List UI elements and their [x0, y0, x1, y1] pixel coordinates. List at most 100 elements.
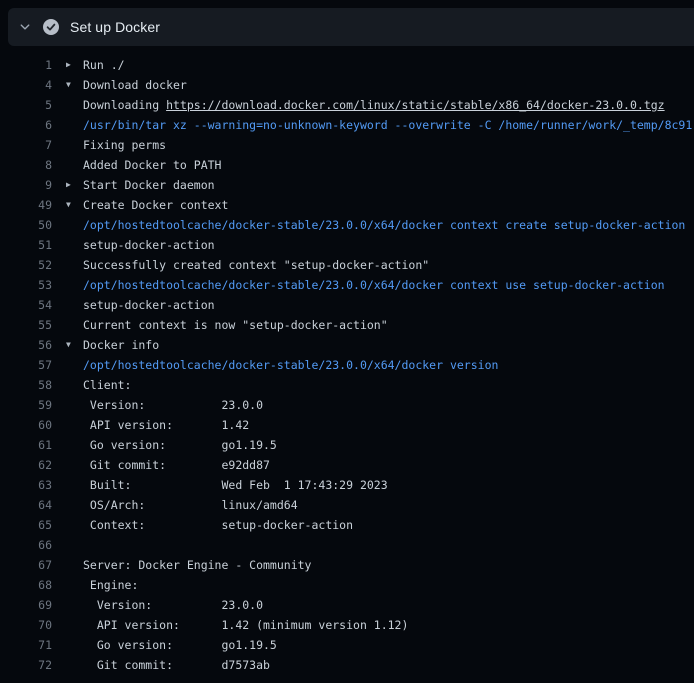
line-body: /usr/bin/tar xz --warning=no-unknown-key… [52, 115, 692, 135]
line-number[interactable]: 54 [0, 295, 52, 315]
line-number[interactable]: 68 [0, 575, 52, 595]
triangle-right-icon[interactable]: ▶ [66, 55, 83, 75]
line-number[interactable]: 4 [0, 75, 52, 95]
line-number[interactable]: 7 [0, 135, 52, 155]
log-line[interactable]: 49 ▼Create Docker context [0, 195, 694, 215]
line-number[interactable]: 70 [0, 615, 52, 635]
arrow-spacer [66, 355, 83, 375]
line-number[interactable]: 8 [0, 155, 52, 175]
line-number[interactable]: 59 [0, 395, 52, 415]
line-text: Docker info [83, 335, 159, 355]
log-line[interactable]: 56 ▼Docker info [0, 335, 694, 355]
log-line[interactable]: 4 ▼Download docker [0, 75, 694, 95]
line-number[interactable]: 69 [0, 595, 52, 615]
arrow-spacer [66, 375, 83, 395]
line-body: /opt/hostedtoolcache/docker-stable/23.0.… [52, 275, 665, 295]
line-text: Version: 23.0.0 [83, 395, 263, 415]
line-body: Go version: go1.19.5 [52, 635, 277, 655]
line-number[interactable]: 49 [0, 195, 52, 215]
log-link[interactable]: https://download.docker.com/linux/static… [166, 98, 665, 112]
check-circle-icon [43, 19, 59, 35]
line-body: API version: 1.42 (minimum version 1.12) [52, 615, 408, 635]
line-number[interactable]: 1 [0, 55, 52, 75]
line-text: /opt/hostedtoolcache/docker-stable/23.0.… [83, 215, 685, 235]
line-body: Version: 23.0.0 [52, 395, 263, 415]
log-line: 69 Version: 23.0.0 [0, 595, 694, 615]
line-text: /usr/bin/tar xz --warning=no-unknown-key… [83, 115, 692, 135]
log-line: 5Downloading https://download.docker.com… [0, 95, 694, 115]
log-line: 65 Context: setup-docker-action [0, 515, 694, 535]
line-number[interactable]: 65 [0, 515, 52, 535]
log-line[interactable]: 9 ▶Start Docker daemon [0, 175, 694, 195]
log-text: Start Docker daemon [83, 178, 215, 192]
line-number[interactable]: 60 [0, 415, 52, 435]
command-text: /usr/bin/tar xz --warning=no-unknown-key… [83, 118, 692, 132]
arrow-spacer [66, 115, 83, 135]
log-text: Docker info [83, 338, 159, 352]
arrow-spacer [66, 315, 83, 335]
arrow-spacer [66, 475, 83, 495]
arrow-spacer [66, 155, 83, 175]
chevron-down-icon[interactable] [18, 20, 32, 34]
triangle-right-icon[interactable]: ▶ [66, 175, 83, 195]
arrow-spacer [66, 535, 83, 555]
log-text: Added Docker to PATH [83, 158, 221, 172]
log-line: 57/opt/hostedtoolcache/docker-stable/23.… [0, 355, 694, 375]
log-text: Version: 23.0.0 [83, 598, 263, 612]
triangle-down-icon[interactable]: ▼ [66, 195, 83, 215]
log-line[interactable]: 1▶Run ./ [0, 55, 694, 75]
arrow-spacer [66, 495, 83, 515]
log-text: Create Docker context [83, 198, 228, 212]
triangle-down-icon[interactable]: ▼ [66, 335, 83, 355]
line-text: Download docker [83, 75, 187, 95]
line-text: setup-docker-action [83, 235, 215, 255]
line-text: Successfully created context "setup-dock… [83, 255, 429, 275]
log-line: 67Server: Docker Engine - Community [0, 555, 694, 575]
line-body: Fixing perms [52, 135, 166, 155]
line-number[interactable]: 61 [0, 435, 52, 455]
line-text: Engine: [83, 575, 138, 595]
line-text: Fixing perms [83, 135, 166, 155]
line-body: /opt/hostedtoolcache/docker-stable/23.0.… [52, 355, 498, 375]
log-text: Git commit: d7573ab [83, 658, 270, 672]
actions-log-page: Set up Docker 1▶Run ./4▼Download docker5… [0, 0, 694, 683]
line-number[interactable]: 51 [0, 235, 52, 255]
command-text: /opt/hostedtoolcache/docker-stable/23.0.… [83, 278, 665, 292]
line-number[interactable]: 53 [0, 275, 52, 295]
arrow-spacer [66, 435, 83, 455]
line-text: Built: Wed Feb 1 17:43:29 2023 [83, 475, 388, 495]
line-body: Server: Docker Engine - Community [52, 555, 311, 575]
arrow-spacer [66, 415, 83, 435]
arrow-spacer [66, 395, 83, 415]
log-line: 70 API version: 1.42 (minimum version 1.… [0, 615, 694, 635]
line-number[interactable]: 5 [0, 95, 52, 115]
line-body: Successfully created context "setup-dock… [52, 255, 429, 275]
line-number[interactable]: 58 [0, 375, 52, 395]
line-number[interactable]: 63 [0, 475, 52, 495]
line-number[interactable]: 66 [0, 535, 52, 555]
line-number[interactable]: 55 [0, 315, 52, 335]
line-number[interactable]: 71 [0, 635, 52, 655]
line-number[interactable]: 56 [0, 335, 52, 355]
log-line: 71 Go version: go1.19.5 [0, 635, 694, 655]
line-number[interactable]: 64 [0, 495, 52, 515]
line-number[interactable]: 72 [0, 655, 52, 675]
step-header[interactable]: Set up Docker [8, 8, 694, 46]
line-number[interactable]: 6 [0, 115, 52, 135]
triangle-down-icon[interactable]: ▼ [66, 75, 83, 95]
line-body: Client: [52, 375, 131, 395]
line-number[interactable]: 9 [0, 175, 52, 195]
log-line: 61 Go version: go1.19.5 [0, 435, 694, 455]
log-line: 6/usr/bin/tar xz --warning=no-unknown-ke… [0, 115, 694, 135]
line-number[interactable]: 67 [0, 555, 52, 575]
line-number[interactable]: 52 [0, 255, 52, 275]
arrow-spacer [66, 255, 83, 275]
line-number[interactable]: 62 [0, 455, 52, 475]
log-text: OS/Arch: linux/amd64 [83, 498, 298, 512]
log-line: 62 Git commit: e92dd87 [0, 455, 694, 475]
command-text: /opt/hostedtoolcache/docker-stable/23.0.… [83, 358, 498, 372]
line-body [52, 535, 83, 555]
line-number[interactable]: 57 [0, 355, 52, 375]
line-number[interactable]: 50 [0, 215, 52, 235]
line-body: API version: 1.42 [52, 415, 249, 435]
